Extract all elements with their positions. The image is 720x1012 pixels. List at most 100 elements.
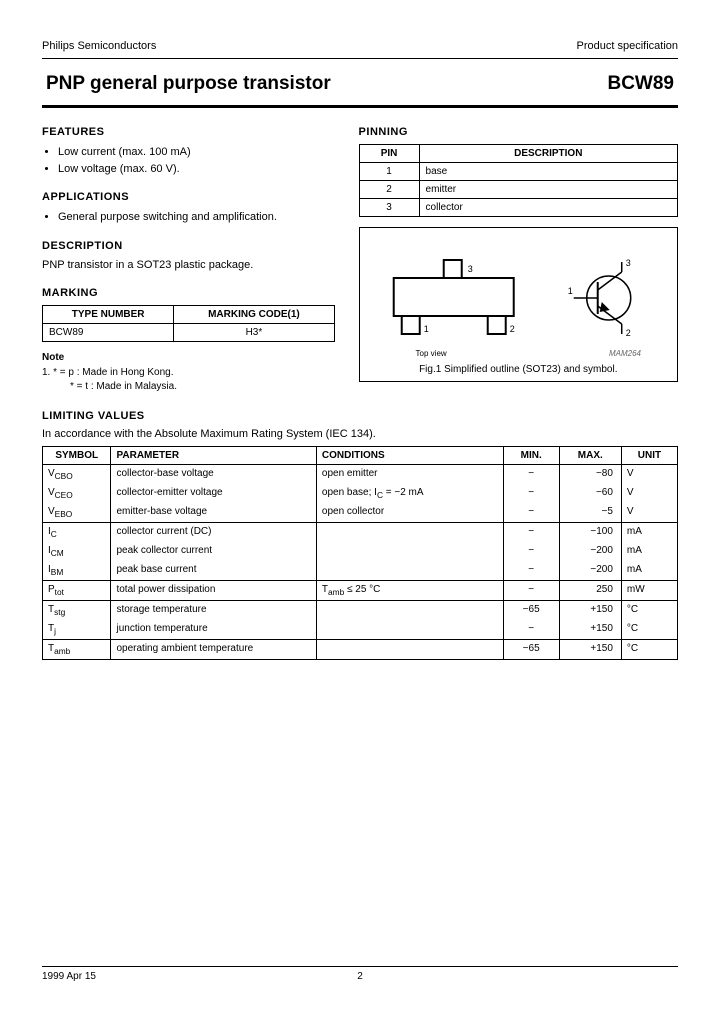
figure-box: 3 1 2 3 1 (359, 227, 678, 382)
table-row: 3collector (359, 199, 677, 217)
lim-max: −5 (559, 503, 621, 523)
rule-thin (42, 58, 678, 59)
note-line1: 1. * = p : Made in Hong Kong. (56, 366, 335, 380)
pin-num: 1 (359, 163, 419, 181)
page-title: PNP general purpose transistor (46, 73, 331, 95)
list-item: General purpose switching and amplificat… (58, 209, 335, 226)
lim-symbol: Tj (43, 620, 111, 640)
lim-min: − (503, 484, 559, 503)
lim-th-min: MIN. (503, 446, 559, 464)
features-heading: FEATURES (42, 126, 335, 138)
right-column: PINNING PIN DESCRIPTION 1base2emitter3co… (359, 126, 678, 394)
lim-th-unit: UNIT (621, 446, 677, 464)
lim-symbol: Tstg (43, 600, 111, 620)
description-heading: DESCRIPTION (42, 240, 335, 252)
running-header: Philips Semiconductors Product specifica… (42, 40, 678, 52)
lim-unit: mA (621, 542, 677, 561)
applications-list: General purpose switching and amplificat… (58, 209, 335, 226)
lim-min: − (503, 464, 559, 484)
description-text: PNP transistor in a SOT23 plastic packag… (42, 258, 335, 273)
pin-num: 2 (359, 181, 419, 199)
lim-param: collector-emitter voltage (111, 484, 316, 503)
fig-ref: MAM264 (609, 349, 641, 358)
marking-code: H3* (174, 323, 334, 341)
lim-unit: V (621, 464, 677, 484)
svg-text:1: 1 (567, 286, 572, 296)
limiting-subtext: In accordance with the Absolute Maximum … (42, 428, 678, 440)
lim-unit: °C (621, 620, 677, 640)
lim-param: collector-base voltage (111, 464, 316, 484)
footer-page: 2 (357, 971, 363, 982)
title-bar: PNP general purpose transistor BCW89 (42, 67, 678, 101)
lim-cond: open emitter (316, 464, 503, 484)
lim-cond (316, 600, 503, 620)
lim-symbol: VCEO (43, 484, 111, 503)
table-row: VEBOemitter-base voltageopen collector−−… (43, 503, 678, 523)
svg-text:3: 3 (625, 258, 630, 268)
lim-max: +150 (559, 639, 621, 659)
table-row: Ptottotal power dissipationTamb ≤ 25 °C−… (43, 580, 678, 600)
part-number: BCW89 (607, 73, 674, 95)
lim-th-cond: CONDITIONS (316, 446, 503, 464)
lim-max: −200 (559, 542, 621, 561)
lim-th-max: MAX. (559, 446, 621, 464)
package-diagram: 3 1 2 3 1 (366, 238, 671, 358)
svg-text:2: 2 (509, 324, 514, 334)
lim-max: 250 (559, 580, 621, 600)
marking-th-type: TYPE NUMBER (43, 305, 174, 323)
lim-symbol: VEBO (43, 503, 111, 523)
limiting-section: LIMITING VALUES In accordance with the A… (42, 410, 678, 660)
lim-symbol: VCBO (43, 464, 111, 484)
table-row: VCBOcollector-base voltageopen emitter−−… (43, 464, 678, 484)
lim-param: emitter-base voltage (111, 503, 316, 523)
table-row: ICcollector current (DC)−−100mA (43, 522, 678, 542)
lim-param: peak collector current (111, 542, 316, 561)
rule-thick (42, 105, 678, 108)
pin-desc: emitter (419, 181, 677, 199)
lim-symbol: IBM (43, 561, 111, 581)
table-row: IBMpeak base current −−200mA (43, 561, 678, 581)
pin-desc: collector (419, 199, 677, 217)
lim-cond (316, 639, 503, 659)
lim-unit: °C (621, 600, 677, 620)
pin-th-pin: PIN (359, 145, 419, 163)
lim-unit: V (621, 484, 677, 503)
lim-unit: mA (621, 522, 677, 542)
table-row: Tjjunction temperature−+150°C (43, 620, 678, 640)
svg-text:3: 3 (467, 264, 472, 274)
lim-unit: mA (621, 561, 677, 581)
marking-table: TYPE NUMBER MARKING CODE(1) BCW89 H3* (42, 305, 335, 342)
note-line2: * = t : Made in Malaysia. (70, 380, 335, 394)
note-heading: Note (42, 352, 335, 363)
lim-unit: mW (621, 580, 677, 600)
limiting-values-table: SYMBOL PARAMETER CONDITIONS MIN. MAX. UN… (42, 446, 678, 660)
lim-th-param: PARAMETER (111, 446, 316, 464)
lim-min: − (503, 522, 559, 542)
lim-cond: open base; IC = −2 mA (316, 484, 503, 503)
table-row: Tstgstorage temperature −65+150°C (43, 600, 678, 620)
lim-param: operating ambient temperature (111, 639, 316, 659)
lim-symbol: IC (43, 522, 111, 542)
pin-th-desc: DESCRIPTION (419, 145, 677, 163)
footer-date: 1999 Apr 15 (42, 971, 96, 982)
two-column-block: FEATURES Low current (max. 100 mA)Low vo… (42, 126, 678, 394)
lim-min: − (503, 503, 559, 523)
limiting-heading: LIMITING VALUES (42, 410, 678, 422)
lim-min: −65 (503, 639, 559, 659)
left-column: FEATURES Low current (max. 100 mA)Low vo… (42, 126, 335, 394)
header-right: Product specification (577, 40, 679, 52)
lim-min: −65 (503, 600, 559, 620)
applications-heading: APPLICATIONS (42, 191, 335, 203)
lim-param: peak base current (111, 561, 316, 581)
lim-cond (316, 620, 503, 640)
lim-max: −200 (559, 561, 621, 581)
lim-param: storage temperature (111, 600, 316, 620)
lim-cond: Tamb ≤ 25 °C (316, 580, 503, 600)
lim-min: − (503, 620, 559, 640)
lim-cond (316, 522, 503, 542)
lim-min: − (503, 561, 559, 581)
lim-symbol: Ptot (43, 580, 111, 600)
features-list: Low current (max. 100 mA)Low voltage (ma… (58, 144, 335, 177)
lim-max: +150 (559, 600, 621, 620)
lim-param: collector current (DC) (111, 522, 316, 542)
